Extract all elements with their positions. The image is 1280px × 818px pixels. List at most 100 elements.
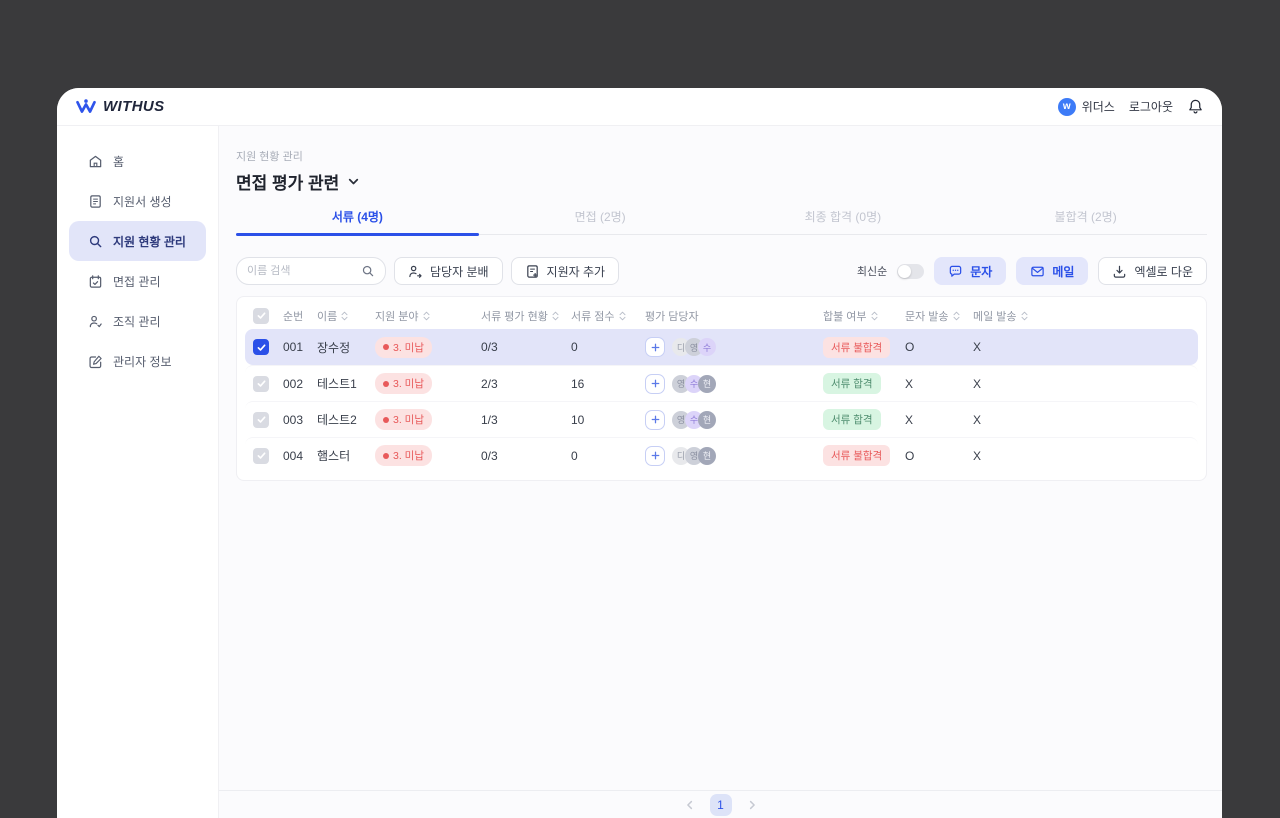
chat-bubble-icon — [948, 264, 963, 279]
header-managers: 평가 담당자 — [645, 310, 699, 323]
excel-download-button[interactable]: 엑셀로 다운 — [1098, 257, 1207, 285]
app-window: WITHUS w 위더스 로그아웃 홈 지원서 생성 지원 현황 관리 면접 관… — [57, 88, 1222, 818]
home-icon — [88, 154, 103, 169]
add-applicant-button[interactable]: 지원자 추가 — [510, 257, 620, 285]
document-icon — [88, 194, 103, 209]
select-all-checkbox[interactable] — [253, 307, 269, 324]
header-mail[interactable]: 메일 발송 — [973, 308, 1045, 324]
header-result[interactable]: 합불 여부 — [823, 308, 905, 324]
cell-sms: X — [905, 412, 914, 427]
breadcrumb: 지원 현황 관리 — [236, 151, 303, 163]
tab-final-pass[interactable]: 최종 합격 (0명) — [722, 208, 965, 234]
cell-sms: X — [905, 376, 914, 391]
dot-icon — [383, 380, 389, 387]
sidebar-item-create-application[interactable]: 지원서 생성 — [69, 181, 206, 221]
header-score[interactable]: 서류 점수 — [571, 308, 645, 324]
file-plus-icon — [525, 264, 540, 279]
cell-no: 001 — [283, 340, 304, 354]
cell-mail: X — [973, 340, 982, 354]
topbar: WITHUS w 위더스 로그아웃 — [57, 88, 1222, 126]
add-manager-button[interactable] — [645, 409, 665, 430]
sidebar-item-label: 조직 관리 — [113, 314, 161, 329]
cell-no: 004 — [283, 448, 304, 463]
header-sms[interactable]: 문자 발송 — [905, 308, 973, 324]
sms-button[interactable]: 문자 — [934, 257, 1007, 285]
table-row[interactable]: 001 장수정 3. 미납 0/3 0 디 영 수 서류 불합격 O X — [245, 329, 1198, 365]
result-badge: 서류 불합격 — [823, 445, 891, 466]
search-box — [236, 257, 386, 285]
prev-page-chevron-icon[interactable] — [684, 799, 696, 811]
mail-label: 메일 — [1052, 264, 1075, 279]
dot-icon — [383, 452, 389, 459]
person-arrow-icon — [408, 264, 423, 279]
row-checkbox[interactable] — [253, 411, 269, 428]
header-name[interactable]: 이름 — [317, 308, 375, 324]
pagination: 1 — [219, 790, 1222, 818]
sidebar-item-interview[interactable]: 면접 관리 — [69, 261, 206, 301]
header-field[interactable]: 지원 분야 — [375, 308, 481, 324]
add-manager-button[interactable] — [645, 373, 665, 394]
header-progress[interactable]: 서류 평가 현황 — [481, 308, 571, 324]
notification-bell-icon[interactable] — [1187, 98, 1204, 115]
search-icon[interactable] — [361, 264, 375, 278]
field-badge: 3. 미납 — [375, 445, 432, 466]
sort-icon — [1021, 311, 1028, 321]
assign-manager-button[interactable]: 담당자 분배 — [394, 257, 503, 285]
sidebar: 홈 지원서 생성 지원 현황 관리 면접 관리 조직 관리 관리자 정보 — [57, 126, 219, 818]
sidebar-item-label: 홈 — [113, 154, 125, 169]
manager-avatar: 수 — [698, 338, 716, 356]
sort-toggle[interactable] — [897, 263, 925, 279]
sidebar-item-organization[interactable]: 조직 관리 — [69, 301, 206, 341]
status-tabs: 서류 (4명) 면접 (2명) 최종 합격 (0명) 불합격 (2명) — [236, 208, 1207, 236]
tab-rejected[interactable]: 불합격 (2명) — [964, 208, 1207, 234]
sort-icon — [953, 311, 960, 321]
cell-mail: X — [973, 448, 982, 463]
sort-latest-label: 최신순 — [856, 266, 888, 278]
user-name: 위더스 — [1081, 100, 1115, 114]
table-row[interactable]: 002 테스트1 3. 미납 2/3 16 영 수 현 서류 합격 X X — [245, 365, 1198, 401]
sort-icon — [871, 311, 878, 321]
calendar-check-icon — [88, 274, 103, 289]
current-page-button[interactable]: 1 — [709, 793, 732, 816]
add-manager-button[interactable] — [645, 337, 665, 357]
sort-icon — [619, 311, 626, 321]
row-checkbox[interactable] — [253, 339, 269, 355]
tab-interview[interactable]: 면접 (2명) — [479, 208, 722, 234]
add-manager-button[interactable] — [645, 445, 665, 466]
tab-documents[interactable]: 서류 (4명) — [236, 208, 479, 236]
cell-score: 10 — [571, 412, 585, 427]
table-header-row: 순번 이름 지원 분야 서류 평가 현황 서류 점수 평가 담당자 합불 여부 … — [245, 302, 1198, 329]
sidebar-item-application-status[interactable]: 지원 현황 관리 — [69, 221, 206, 261]
dot-icon — [383, 416, 389, 423]
field-badge: 3. 미납 — [375, 373, 432, 394]
row-checkbox[interactable] — [253, 375, 269, 392]
cell-mail: X — [973, 412, 982, 427]
page-title: 면접 평가 관련 — [236, 174, 340, 193]
cell-score: 0 — [571, 448, 578, 463]
sidebar-item-admin-info[interactable]: 관리자 정보 — [69, 341, 206, 381]
toggle-knob — [898, 264, 912, 278]
row-checkbox[interactable] — [253, 447, 269, 464]
brand-logo[interactable]: WITHUS — [75, 98, 165, 115]
sidebar-item-home[interactable]: 홈 — [69, 141, 206, 181]
table-row[interactable]: 003 테스트2 3. 미납 1/3 10 영 수 현 서류 합격 X X — [245, 401, 1198, 437]
search-icon — [88, 234, 103, 249]
title-chevron-down-icon[interactable] — [347, 175, 360, 188]
user-menu[interactable]: w 위더스 — [1057, 97, 1115, 116]
assign-manager-label: 담당자 분배 — [430, 264, 489, 279]
cell-name: 테스트2 — [317, 413, 357, 427]
cell-managers: 디 영 수 — [645, 337, 823, 357]
sidebar-item-label: 지원 현황 관리 — [113, 234, 186, 249]
cell-progress: 1/3 — [481, 412, 498, 427]
search-input[interactable] — [247, 265, 355, 277]
edit-icon — [88, 354, 103, 369]
next-page-chevron-icon[interactable] — [746, 799, 758, 811]
logout-button[interactable]: 로그아웃 — [1129, 98, 1173, 115]
cell-name: 햄스터 — [317, 449, 351, 463]
table-row[interactable]: 004 햄스터 3. 미납 0/3 0 디 영 현 서류 불합격 O X — [245, 437, 1198, 473]
cell-no: 002 — [283, 376, 304, 391]
mail-button[interactable]: 메일 — [1016, 257, 1089, 285]
sort-icon — [423, 311, 430, 321]
cell-name: 장수정 — [317, 340, 351, 355]
manager-avatar: 현 — [698, 374, 716, 393]
